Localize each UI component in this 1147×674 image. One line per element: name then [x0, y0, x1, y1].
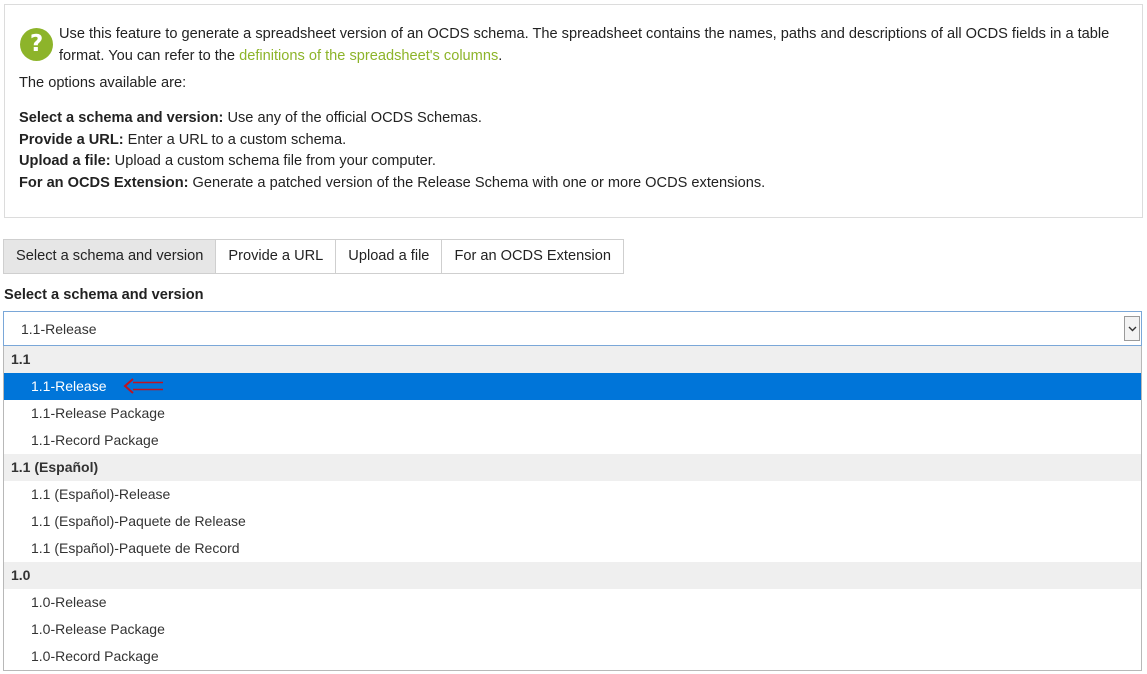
option-label: Upload a file:	[19, 153, 111, 170]
tab-select-schema[interactable]: Select a schema and version	[3, 239, 217, 274]
schema-select[interactable]: 1.1-Release	[3, 311, 1142, 346]
option-url: Provide a URL: Enter a URL to a custom s…	[19, 130, 765, 152]
option-group-1-0: 1.0	[4, 562, 1141, 589]
option-1-0-release[interactable]: 1.0-Release	[4, 589, 1141, 616]
option-label: 1.1-Release	[31, 378, 107, 394]
option-1-1-es-paquete-release[interactable]: 1.1 (Español)-Paquete de Release	[4, 508, 1141, 535]
option-desc: Enter a URL to a custom schema.	[123, 131, 347, 148]
option-group-1-1-espanol: 1.1 (Español)	[4, 454, 1141, 481]
option-extension: For an OCDS Extension: Generate a patche…	[19, 173, 765, 195]
intro-paragraph: Use this feature to generate a spreadshe…	[59, 23, 1139, 67]
option-upload: Upload a file: Upload a custom schema fi…	[19, 151, 765, 173]
select-current-value: 1.1-Release	[21, 321, 97, 337]
option-1-1-record-package[interactable]: 1.1-Record Package	[4, 427, 1141, 454]
tab-bar: Select a schema and version Provide a UR…	[3, 239, 624, 274]
option-desc: Generate a patched version of the Releas…	[188, 175, 766, 192]
red-arrow-left-icon	[123, 378, 163, 394]
option-desc: Use any of the official OCDS Schemas.	[223, 110, 482, 126]
option-desc: Upload a custom schema file from your co…	[110, 153, 436, 170]
chevron-down-icon	[1128, 326, 1136, 331]
question-circle-icon: ?	[20, 28, 53, 61]
schema-dropdown-list: 1.1 1.1-Release 1.1-Release Package 1.1-…	[3, 346, 1142, 671]
tab-upload-file[interactable]: Upload a file	[336, 239, 443, 274]
option-1-0-record-package[interactable]: 1.0-Record Package	[4, 643, 1141, 670]
schema-select-label: Select a schema and version	[4, 287, 204, 303]
option-1-1-release-package[interactable]: 1.1-Release Package	[4, 400, 1141, 427]
option-1-1-es-release[interactable]: 1.1 (Español)-Release	[4, 481, 1141, 508]
definitions-link[interactable]: definitions of the spreadsheet's columns	[239, 48, 498, 64]
select-dropdown-button[interactable]	[1124, 316, 1140, 341]
options-title: The options available are:	[19, 75, 187, 91]
intro-end: .	[498, 48, 503, 64]
option-1-1-es-paquete-record[interactable]: 1.1 (Español)-Paquete de Record	[4, 535, 1141, 562]
option-group-1-1: 1.1	[4, 346, 1141, 373]
option-1-0-release-package[interactable]: 1.0-Release Package	[4, 616, 1141, 643]
option-1-1-release[interactable]: 1.1-Release	[4, 373, 1141, 400]
option-label: For an OCDS Extension:	[19, 175, 189, 192]
option-label: Provide a URL:	[19, 131, 124, 148]
intro-text: Use this feature to generate a spreadshe…	[59, 26, 1110, 64]
tab-provide-url[interactable]: Provide a URL	[216, 239, 337, 274]
tab-ocds-extension[interactable]: For an OCDS Extension	[442, 239, 624, 274]
option-schema: Select a schema and version: Use any of …	[19, 108, 765, 130]
option-label: Select a schema and version:	[19, 110, 224, 126]
info-box: ? Use this feature to generate a spreads…	[4, 4, 1143, 218]
options-list: Select a schema and version: Use any of …	[19, 108, 765, 195]
